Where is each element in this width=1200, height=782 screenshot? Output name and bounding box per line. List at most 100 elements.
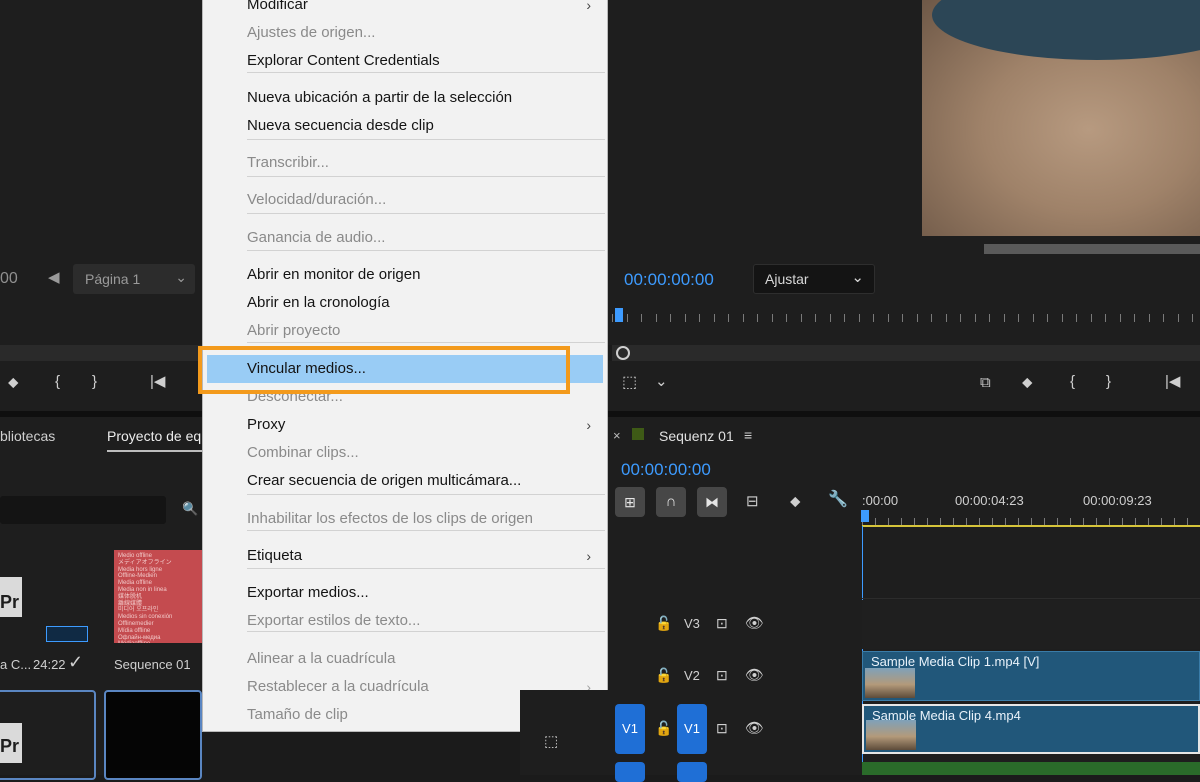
menu-item[interactable]: Crear secuencia de origen multicámara... <box>203 467 607 495</box>
track-v2-label: V2 <box>684 668 700 683</box>
menu-item[interactable]: Exportar medios... <box>203 579 607 607</box>
audio-source-patch[interactable] <box>615 762 645 782</box>
ruler-tick <box>979 518 980 525</box>
previous-page-icon[interactable]: ◀ <box>48 270 60 285</box>
sync-lock-icon[interactable]: ⊡ <box>716 615 728 632</box>
marker-icon[interactable]: ⬥ <box>790 494 801 509</box>
timeline-playhead-marker[interactable] <box>861 510 869 522</box>
linked-selection-button[interactable]: ⧓ <box>697 487 727 517</box>
menu-item: Ajustes de origen... <box>203 19 607 47</box>
menu-item-label: Restablecer a la cuadrícula <box>247 678 429 695</box>
menu-item[interactable]: Proxy › <box>203 411 607 439</box>
track-v1-target[interactable]: V1 <box>677 704 707 754</box>
timeline-tab-title[interactable]: Sequenz 01 <box>659 428 734 444</box>
snap-button[interactable]: ∩ <box>656 487 686 517</box>
sync-lock-icon[interactable]: ⊡ <box>716 667 728 684</box>
timeline-time-ruler[interactable] <box>862 510 1200 526</box>
mark-out-icon[interactable]: } <box>92 374 97 389</box>
playhead-marker[interactable] <box>615 308 623 322</box>
menu-item-label: Alinear a la cuadrícula <box>247 650 396 667</box>
audio-clip[interactable] <box>862 762 1200 775</box>
ruler-tick <box>1148 314 1150 322</box>
tab-menu-icon[interactable]: ≡ <box>744 427 752 443</box>
ruler-tick <box>1119 314 1121 322</box>
ruler-tick <box>902 314 903 322</box>
add-marker-track-icon[interactable]: ⊟ <box>746 494 759 509</box>
lock-icon[interactable]: 🔓 <box>655 720 672 737</box>
safe-margins-icon[interactable]: ⬚ <box>622 375 637 391</box>
marker-icon[interactable]: ⬥ <box>1022 375 1033 390</box>
wrench-icon[interactable]: 🔧 <box>828 492 848 508</box>
menu-item: Alinear a la cuadrícula <box>203 645 607 673</box>
program-controls: ⬚ ⌄ ⧉ ⬥ { } |◀ <box>608 361 1200 411</box>
selection-tool-icon[interactable]: ⬚ <box>544 734 558 749</box>
page-selector[interactable]: Página 1 ⌄ <box>73 264 195 294</box>
timeline-timecode[interactable]: 00:00:00:00 <box>621 460 711 480</box>
program-scroll-bar[interactable] <box>984 244 1200 254</box>
menu-item[interactable]: Abrir en la cronología <box>203 289 607 317</box>
program-timecode[interactable]: 00:00:00:00 <box>624 270 714 290</box>
ruler-label-0: :00:00 <box>862 493 899 508</box>
menu-item-label: Explorar Content Credentials <box>247 52 440 69</box>
ruler-tick <box>1061 314 1063 322</box>
work-area-bar[interactable] <box>862 525 1200 527</box>
ruler-tick <box>875 518 876 525</box>
mark-in-icon[interactable]: { <box>55 374 60 389</box>
sequence-color-swatch <box>632 428 644 440</box>
sync-lock-icon[interactable]: ⊡ <box>716 720 728 737</box>
project-item-black[interactable] <box>104 690 202 780</box>
ruler-tick <box>757 314 758 322</box>
menu-item[interactable]: Explorar Content Credentials <box>203 47 607 75</box>
ruler-tick <box>1096 518 1097 525</box>
chevron-down-icon[interactable]: ⌄ <box>655 374 668 389</box>
ruler-tick <box>992 518 993 525</box>
menu-item[interactable]: Nueva ubicación a partir de la selección <box>203 84 607 112</box>
offline-media-thumbnail[interactable]: Medio offline メディアオフライン Media hors ligne… <box>114 550 202 643</box>
submenu-arrow-icon: › <box>586 0 591 13</box>
source-patch-v1[interactable]: V1 <box>615 704 645 754</box>
tab-libraries[interactable]: bliotecas <box>0 428 55 444</box>
lock-icon[interactable]: 🔓 <box>655 667 672 684</box>
clip-sample-media-1[interactable]: Sample Media Clip 1.mp4 [V] <box>862 651 1200 701</box>
menu-item[interactable]: Etiqueta › <box>203 542 607 570</box>
ruler-tick <box>1177 314 1179 322</box>
program-scrub-bar[interactable] <box>612 345 1200 361</box>
ruler-label-2: 00:00:09:23 <box>1083 493 1152 508</box>
eye-icon[interactable]: 👁 <box>745 666 764 684</box>
ruler-tick <box>931 314 932 322</box>
ruler-tick <box>1187 518 1188 525</box>
ruler-tick <box>1076 314 1077 322</box>
program-time-ruler[interactable] <box>612 306 1200 328</box>
compare-view-icon[interactable]: ⧉ <box>980 375 991 390</box>
ruler-tick <box>1161 518 1162 525</box>
tab-project[interactable]: Proyecto de eq <box>107 428 202 444</box>
menu-item[interactable]: Abrir en monitor de origen <box>203 261 607 289</box>
fit-dropdown[interactable]: Ajustar ⌄ <box>753 264 875 294</box>
pr-label-2: Pr <box>0 736 20 756</box>
source-scrub-bar[interactable] <box>0 345 202 361</box>
eye-icon[interactable]: 👁 <box>745 719 764 737</box>
track-v3-lane[interactable] <box>862 600 1200 649</box>
mark-out-icon[interactable]: } <box>1106 374 1111 389</box>
menu-item-label: Transcribir... <box>247 154 329 171</box>
ruler-tick <box>887 314 889 322</box>
go-to-in-icon[interactable]: |◀ <box>150 374 165 389</box>
ruler-tick <box>940 518 941 525</box>
ruler-tick <box>670 314 671 322</box>
lock-icon[interactable]: 🔓 <box>655 615 672 632</box>
close-icon[interactable]: × <box>613 428 621 443</box>
audio-target[interactable] <box>677 762 707 782</box>
insert-nest-button[interactable]: ⊞ <box>615 487 645 517</box>
search-icon[interactable]: 🔍 <box>182 502 198 515</box>
clip-sample-media-4[interactable]: Sample Media Clip 4.mp4 <box>862 704 1200 754</box>
go-to-in-icon[interactable]: |◀ <box>1165 374 1180 389</box>
scrub-handle[interactable] <box>616 346 630 360</box>
menu-item-label: Modificar <box>247 0 308 13</box>
eye-icon[interactable]: 👁 <box>745 614 764 632</box>
mark-in-icon[interactable]: { <box>1070 374 1075 389</box>
ruler-tick <box>1148 518 1149 525</box>
marker-icon[interactable]: ⬥ <box>8 375 19 390</box>
menu-item[interactable]: Nueva secuencia desde clip <box>203 112 607 140</box>
project-search-input[interactable] <box>0 496 166 524</box>
menu-item[interactable]: Modificar › <box>203 0 607 19</box>
